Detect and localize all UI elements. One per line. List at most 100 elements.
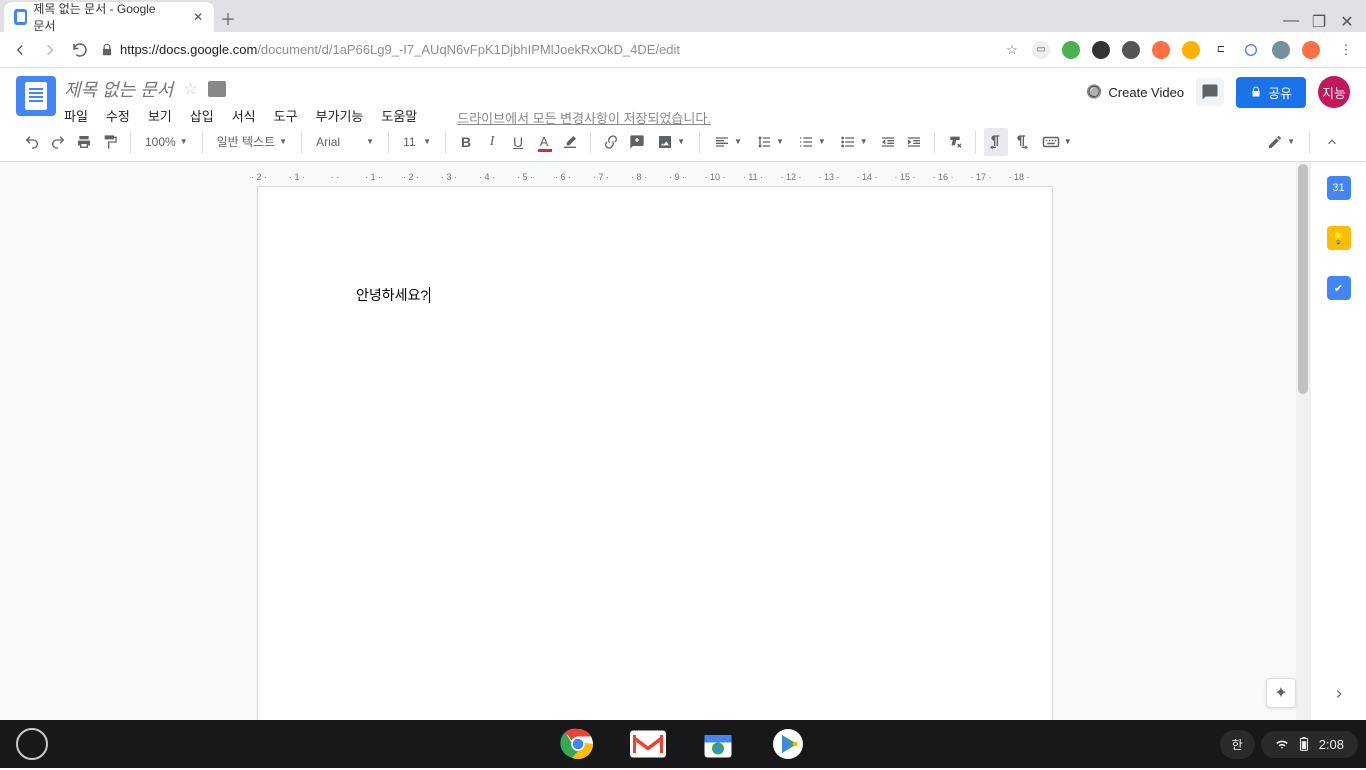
text-color-icon[interactable]: A: [532, 128, 556, 156]
menu-edit[interactable]: 수정: [106, 106, 130, 125]
close-tab-icon[interactable]: ✕: [192, 10, 204, 24]
clock: 2:08: [1319, 737, 1344, 752]
vertical-scrollbar[interactable]: [1296, 162, 1310, 720]
editing-mode-dropdown[interactable]: ▼: [1261, 128, 1301, 156]
numbered-list-dropdown[interactable]: ▼: [792, 128, 832, 156]
extension-icon[interactable]: [1272, 41, 1290, 59]
chrome-app-icon[interactable]: [558, 724, 598, 764]
taskbar-right: 한 2:08: [1220, 730, 1358, 759]
calendar-icon[interactable]: 31: [1327, 176, 1351, 200]
menu-insert[interactable]: 삽입: [190, 106, 214, 125]
star-icon[interactable]: ☆: [183, 79, 197, 99]
rtl-icon[interactable]: [1010, 128, 1034, 156]
share-label: 공유: [1268, 83, 1292, 102]
scroll-thumb[interactable]: [1298, 164, 1308, 394]
share-button[interactable]: 공유: [1236, 77, 1306, 108]
image-dropdown[interactable]: ▼: [651, 128, 691, 156]
doc-title[interactable]: 제목 없는 문서: [64, 76, 173, 102]
webstore-app-icon[interactable]: [698, 724, 738, 764]
font-dropdown[interactable]: Arial▼: [310, 128, 380, 156]
window-controls: — ❐ ✕: [1284, 12, 1366, 32]
system-tray[interactable]: 2:08: [1261, 731, 1358, 758]
link-icon[interactable]: [599, 128, 623, 156]
header-right: 🔘 Create Video 공유 지능: [1086, 76, 1350, 108]
taskbar-apps: [558, 724, 808, 764]
menu-view[interactable]: 보기: [148, 106, 172, 125]
browser-tab-active[interactable]: 제목 없는 문서 - Google 문서 ✕: [4, 2, 214, 32]
formatting-toolbar: 100%▼ 일반 텍스트▼ Arial▼ 11▼ B I U A ▼ ▼ ▼ ▼…: [0, 122, 1366, 162]
close-window-icon[interactable]: ✕: [1340, 12, 1354, 32]
extension-icon[interactable]: [1242, 41, 1260, 59]
clear-formatting-icon[interactable]: [943, 128, 967, 156]
tasks-icon[interactable]: ✔: [1327, 276, 1351, 300]
font-size-dropdown[interactable]: 11▼: [397, 128, 437, 156]
url-field[interactable]: https://docs.google.com/document/d/1aP66…: [100, 42, 992, 57]
maximize-icon[interactable]: ❐: [1312, 12, 1326, 32]
extension-icon[interactable]: ▭: [1032, 41, 1050, 59]
extension-icon[interactable]: [1122, 41, 1140, 59]
ime-indicator[interactable]: 한: [1220, 730, 1255, 759]
redo-icon[interactable]: [46, 128, 70, 156]
keep-icon[interactable]: 💡: [1327, 226, 1351, 250]
extension-icon[interactable]: [1182, 41, 1200, 59]
bold-icon[interactable]: B: [454, 128, 478, 156]
menu-bar: 파일 수정 보기 삽입 서식 도구 부가기능 도움말 드라이브에서 모든 변경사…: [64, 106, 711, 125]
undo-icon[interactable]: [20, 128, 44, 156]
paint-format-icon[interactable]: [98, 128, 122, 156]
collapse-panel-icon[interactable]: [1327, 682, 1351, 706]
gmail-app-icon[interactable]: [628, 724, 668, 764]
star-bookmark-icon[interactable]: ☆: [1002, 40, 1022, 60]
menu-addons[interactable]: 부가기능: [316, 106, 364, 125]
bullet-list-dropdown[interactable]: ▼: [834, 128, 874, 156]
add-comment-icon[interactable]: [625, 128, 649, 156]
zoom-dropdown[interactable]: 100%▼: [139, 128, 194, 156]
italic-icon[interactable]: I: [480, 128, 504, 156]
highlight-icon[interactable]: [558, 128, 582, 156]
line-spacing-dropdown[interactable]: ▼: [750, 128, 790, 156]
extensions-area: ▭ ⊏: [1032, 41, 1326, 59]
docs-logo-icon[interactable]: [16, 76, 56, 116]
extension-icon[interactable]: [1092, 41, 1110, 59]
align-dropdown[interactable]: ▼: [708, 128, 748, 156]
calendar-date: 31: [1332, 182, 1344, 194]
underline-icon[interactable]: U: [506, 128, 530, 156]
indent-increase-icon[interactable]: [902, 128, 926, 156]
move-to-folder-icon[interactable]: [208, 81, 226, 97]
menu-help[interactable]: 도움말: [381, 106, 417, 125]
forward-icon[interactable]: [40, 40, 60, 60]
reload-icon[interactable]: [70, 40, 90, 60]
explore-button[interactable]: ✦: [1266, 678, 1296, 708]
launcher-icon[interactable]: [16, 728, 48, 760]
horizontal-ruler[interactable]: · 2 ·· 1 ·· ·· 1 ·· 2 ·· 3 ·· 4 ·· 5 ·· …: [0, 162, 1310, 182]
document-text[interactable]: 안녕하세요?: [356, 285, 430, 305]
input-tools-dropdown[interactable]: ▼: [1036, 128, 1078, 156]
styles-dropdown[interactable]: 일반 텍스트▼: [211, 128, 293, 156]
menu-file[interactable]: 파일: [64, 106, 88, 125]
extension-icon[interactable]: ⊏: [1212, 41, 1230, 59]
extension-icon[interactable]: [1062, 41, 1080, 59]
print-icon[interactable]: [72, 128, 96, 156]
text-content: 안녕하세요?: [356, 287, 428, 303]
comments-button[interactable]: [1196, 78, 1224, 106]
document-page[interactable]: 안녕하세요?: [257, 186, 1053, 720]
indent-decrease-icon[interactable]: [876, 128, 900, 156]
collapse-toolbar-icon[interactable]: [1318, 128, 1346, 156]
menu-format[interactable]: 서식: [232, 106, 256, 125]
document-canvas: · 2 ·· 1 ·· ·· 1 ·· 2 ·· 3 ·· 4 ·· 5 ·· …: [0, 162, 1310, 720]
create-video-button[interactable]: 🔘 Create Video: [1086, 84, 1184, 100]
extension-icon[interactable]: [1302, 41, 1320, 59]
back-icon[interactable]: [10, 40, 30, 60]
url-text: https://docs.google.com/document/d/1aP66…: [120, 42, 680, 57]
create-video-label: Create Video: [1108, 85, 1184, 100]
play-store-app-icon[interactable]: [768, 724, 808, 764]
docs-favicon-icon: [14, 9, 27, 25]
browser-menu-icon[interactable]: ⋮: [1336, 40, 1356, 60]
extension-icon[interactable]: [1152, 41, 1170, 59]
menu-tools[interactable]: 도구: [274, 106, 298, 125]
save-status[interactable]: 드라이브에서 모든 변경사항이 저장되었습니다.: [457, 108, 711, 127]
avatar[interactable]: 지능: [1318, 76, 1350, 108]
ltr-icon[interactable]: [984, 128, 1008, 156]
side-panel: 31 💡 ✔: [1310, 162, 1366, 720]
new-tab-button[interactable]: ＋: [214, 4, 242, 32]
minimize-icon[interactable]: —: [1284, 12, 1298, 32]
